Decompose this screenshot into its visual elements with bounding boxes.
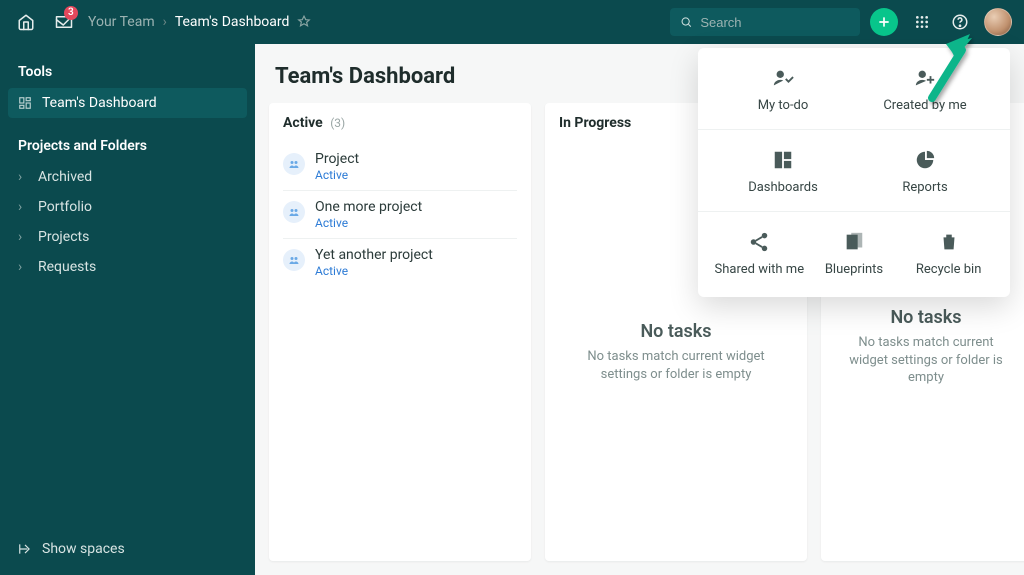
apps-tile-reports[interactable]: Reports (879, 148, 971, 195)
sidebar-item-label: Archived (38, 169, 92, 185)
item-status: Active (315, 168, 359, 182)
project-icon (283, 153, 305, 175)
show-spaces-button[interactable]: Show spaces (8, 531, 247, 567)
apps-menu-panel: My to-do Created by me Dashboards Report… (698, 48, 1010, 297)
tile-label: Blueprints (825, 262, 883, 277)
sidebar: Tools Team's Dashboard Projects and Fold… (0, 44, 255, 575)
person-check-icon (771, 66, 795, 90)
item-title: One more project (315, 199, 422, 215)
empty-title: No tasks (640, 321, 711, 342)
inbox-badge: 3 (64, 6, 78, 20)
chevron-right-icon: › (18, 169, 28, 185)
apps-tile-dashboards[interactable]: Dashboards (737, 148, 829, 195)
search-icon (680, 15, 692, 29)
sidebar-item-label: Projects (38, 229, 89, 245)
help-icon (951, 13, 969, 31)
person-plus-icon (913, 66, 937, 90)
show-spaces-label: Show spaces (42, 541, 125, 557)
home-button[interactable] (12, 8, 40, 36)
sidebar-item-projects[interactable]: › Projects (8, 222, 247, 252)
expand-icon (18, 542, 32, 556)
pin-icon (297, 15, 311, 29)
share-icon (747, 230, 771, 254)
chevron-right-icon: › (18, 229, 28, 245)
pin-button[interactable] (297, 15, 311, 29)
list-item[interactable]: Yet another project Active (283, 238, 517, 286)
sidebar-item-portfolio[interactable]: › Portfolio (8, 192, 247, 222)
dashboard-icon (771, 148, 795, 172)
item-title: Project (315, 151, 359, 167)
tile-label: Dashboards (748, 180, 818, 195)
grid-icon (914, 14, 930, 30)
sidebar-item-archived[interactable]: › Archived (8, 162, 247, 192)
app-header: 3 Your Team › Team's Dashboard (0, 0, 1024, 44)
item-status: Active (315, 216, 422, 230)
column-count: (3) (330, 116, 345, 130)
item-status: Active (315, 264, 433, 278)
breadcrumb-current[interactable]: Team's Dashboard (175, 14, 290, 30)
column-active: Active (3) Project Active (269, 103, 531, 561)
chevron-right-icon: › (163, 14, 167, 30)
search-input-wrap[interactable] (670, 8, 860, 36)
chevron-right-icon: › (18, 199, 28, 215)
trash-icon (937, 230, 961, 254)
apps-tile-shared-with-me[interactable]: Shared with me (713, 230, 805, 277)
sidebar-section-projects: Projects and Folders (8, 134, 247, 162)
pie-chart-icon (913, 148, 937, 172)
sidebar-item-label: Portfolio (38, 199, 92, 215)
sidebar-item-label: Team's Dashboard (42, 95, 157, 111)
breadcrumb-team[interactable]: Your Team (88, 14, 155, 30)
list-item[interactable]: Project Active (283, 143, 517, 190)
empty-desc: No tasks match current widget settings o… (565, 348, 787, 383)
project-icon (283, 201, 305, 223)
apps-tile-my-todo[interactable]: My to-do (737, 66, 829, 113)
empty-title: No tasks (890, 307, 961, 328)
tile-label: Created by me (883, 98, 966, 113)
sidebar-item-teams-dashboard[interactable]: Team's Dashboard (8, 88, 247, 118)
apps-menu-button[interactable] (908, 8, 936, 36)
list-item[interactable]: One more project Active (283, 190, 517, 238)
inbox-button[interactable]: 3 (50, 8, 78, 36)
add-button[interactable] (870, 8, 898, 36)
sidebar-item-label: Requests (38, 259, 96, 275)
item-title: Yet another project (315, 247, 433, 263)
chevron-right-icon: › (18, 259, 28, 275)
empty-desc: No tasks match current widget settings o… (841, 334, 1011, 387)
user-avatar[interactable] (984, 8, 1012, 36)
column-list: Project Active One more project Active (269, 143, 531, 296)
column-title: Active (283, 115, 323, 131)
tile-label: Reports (902, 180, 947, 195)
help-button[interactable] (946, 8, 974, 36)
home-icon (17, 13, 35, 31)
apps-tile-created-by-me[interactable]: Created by me (879, 66, 971, 113)
project-icon (283, 249, 305, 271)
column-header: Active (3) (269, 103, 531, 143)
apps-tile-recycle-bin[interactable]: Recycle bin (903, 230, 995, 277)
dashboard-icon (18, 96, 32, 110)
sidebar-section-tools: Tools (8, 60, 247, 88)
plus-icon (876, 14, 892, 30)
blueprint-icon (842, 230, 866, 254)
breadcrumb: Your Team › Team's Dashboard (88, 14, 311, 30)
sidebar-item-requests[interactable]: › Requests (8, 252, 247, 282)
apps-tile-blueprints[interactable]: Blueprints (808, 230, 900, 277)
tile-label: Shared with me (715, 262, 805, 277)
tile-label: My to-do (758, 98, 809, 113)
column-title: In Progress (559, 115, 631, 131)
search-input[interactable] (700, 15, 850, 30)
tile-label: Recycle bin (916, 262, 982, 277)
